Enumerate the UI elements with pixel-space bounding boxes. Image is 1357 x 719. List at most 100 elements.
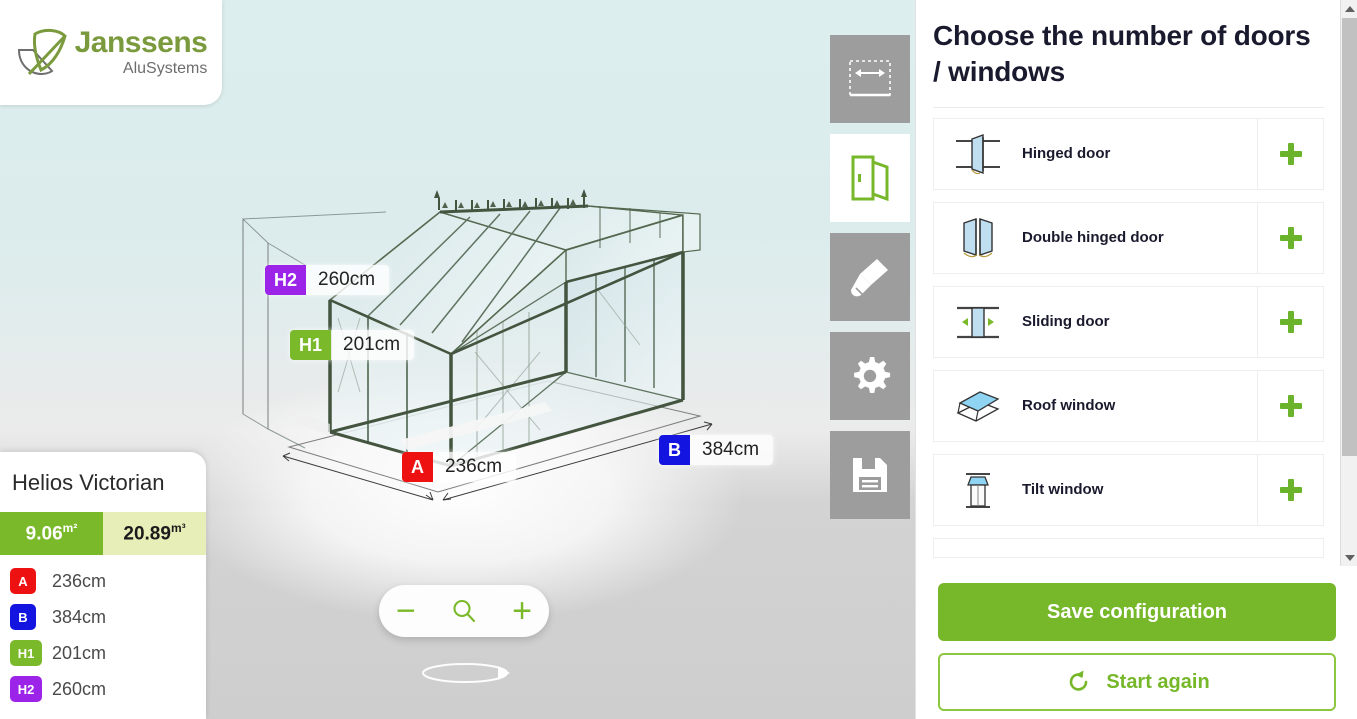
save-configuration-button[interactable]: Save configuration (938, 583, 1336, 641)
chevron-down-icon (1344, 554, 1355, 561)
callout-h1-value: 201cm (343, 334, 401, 355)
roof-window-icon (934, 371, 1022, 441)
scrollbar-thumb[interactable] (1342, 18, 1357, 456)
option-row-sliding-door[interactable]: Sliding door (933, 285, 1324, 358)
dimension-badge-h2: H2 (10, 676, 42, 702)
dimension-value-h2: 260cm (52, 678, 107, 699)
dimension-badge-a: A (10, 568, 36, 594)
3d-viewport[interactable]: H2 260cm H1 201cm A 236cm B 384cm − + Ja… (0, 0, 915, 719)
option-label-hinged-door: Hinged door (1022, 145, 1111, 163)
brand-logo-card: Janssens AluSystems (0, 0, 222, 105)
zoom-in-label: + (512, 592, 532, 630)
dimensions-icon (849, 60, 891, 97)
option-label-double-hinged-door: Double hinged door (1022, 229, 1164, 247)
callout-a: A 236cm (402, 452, 517, 482)
callout-b-tag: B (659, 435, 690, 465)
options-scroll-area: Choose the number of doors / windows Hin… (916, 0, 1341, 566)
option-label-sliding-door: Sliding door (1022, 313, 1110, 331)
model-metrics: 9.06m² 20.89m³ (0, 511, 206, 555)
callout-h1-tag: H1 (290, 330, 332, 360)
plus-icon (1279, 478, 1302, 501)
callout-h2-value: 260cm (318, 269, 376, 290)
dimension-value-h1: 201cm (52, 642, 107, 663)
gear-icon (854, 357, 891, 393)
model-volume-metric: 20.89m³ (103, 511, 206, 555)
plus-icon (1279, 226, 1302, 249)
model-area-unit: m² (62, 520, 78, 535)
callout-h1: H1 201cm (290, 330, 415, 360)
callout-h2-tag: H2 (265, 265, 307, 295)
dimension-value-b: 384cm (52, 606, 107, 627)
greenhouse-configurator-app: H2 260cm H1 201cm A 236cm B 384cm − + Ja… (0, 0, 1357, 719)
tilt-window-icon (934, 455, 1022, 525)
panel-title: Choose the number of doors / windows (933, 20, 1311, 87)
zoom-in-button[interactable]: + (512, 594, 532, 628)
option-row-hinged-door[interactable]: Hinged door (933, 117, 1324, 190)
rotate-orbit-icon[interactable] (420, 660, 510, 686)
add-roof-window-button[interactable] (1257, 370, 1323, 441)
dimension-row-b: B 384cm (10, 599, 206, 635)
brand-name: Janssens (74, 26, 208, 59)
option-label-tilt-window: Tilt window (1022, 481, 1104, 499)
option-label-roof-window: Roof window (1022, 397, 1116, 415)
add-tilt-window-button[interactable] (1257, 454, 1323, 525)
tool-save[interactable] (830, 431, 910, 519)
zoom-out-button[interactable]: − (396, 594, 416, 628)
model-info-card: Helios Victorian 9.06m² 20.89m³ A 236cm … (0, 451, 206, 719)
plus-icon (1279, 310, 1302, 333)
dimension-row-h1: H1 201cm (10, 635, 206, 671)
panel-scrollbar[interactable] (1340, 0, 1357, 566)
restart-arrow-icon (1070, 670, 1088, 691)
save-configuration-label: Save configuration (1046, 600, 1228, 623)
add-double-hinged-door-button[interactable] (1257, 202, 1323, 273)
panel-divider (933, 106, 1324, 108)
tool-dimensions[interactable] (830, 35, 910, 123)
model-title: Helios Victorian (12, 469, 165, 495)
model-dimension-list: A 236cm B 384cm H1 201cm H2 260cm (0, 555, 206, 711)
zoom-control[interactable]: − + (379, 585, 549, 637)
add-hinged-door-button[interactable] (1257, 118, 1323, 189)
option-row-double-hinged-door[interactable]: Double hinged door (933, 201, 1324, 274)
option-row-roof-window[interactable]: Roof window (933, 369, 1324, 442)
dimension-badge-h1: H1 (10, 640, 42, 666)
dimension-row-a: A 236cm (10, 563, 206, 599)
model-area-value: 9.06 (25, 523, 63, 544)
zoom-out-label: − (396, 592, 416, 630)
callout-h2: H2 260cm (265, 265, 390, 295)
dimension-badge-b: B (10, 604, 36, 630)
sliding-door-icon (934, 287, 1022, 357)
floppy-disk-icon (853, 458, 887, 492)
double-hinged-door-icon (934, 203, 1022, 273)
plus-icon (1279, 394, 1302, 417)
model-volume-value: 20.89 (123, 523, 171, 544)
paintbrush-icon (851, 259, 888, 297)
tool-sidebar (830, 35, 910, 519)
options-panel: Choose the number of doors / windows Hin… (915, 0, 1357, 719)
dimension-value-a: 236cm (52, 570, 107, 591)
magnifier-icon[interactable] (450, 597, 478, 625)
callout-a-tag: A (402, 452, 433, 482)
chevron-up-icon (1344, 5, 1355, 12)
scroll-down-button[interactable] (1341, 549, 1357, 566)
add-sliding-door-button[interactable] (1257, 286, 1323, 357)
panel-actions: Save configuration Start again (916, 583, 1357, 719)
model-volume-unit: m³ (170, 520, 186, 535)
callout-a-value: 236cm (445, 456, 503, 477)
door-icon (851, 155, 889, 202)
dimension-row-h2: H2 260cm (10, 671, 206, 707)
hinged-door-icon (934, 119, 1022, 189)
tool-colour[interactable] (830, 233, 910, 321)
tool-settings[interactable] (830, 332, 910, 420)
plus-icon (1279, 142, 1302, 165)
start-again-button[interactable]: Start again (938, 653, 1336, 711)
tool-doors-windows[interactable] (830, 134, 910, 222)
scroll-up-button[interactable] (1341, 0, 1357, 17)
option-row-next-partial[interactable] (933, 537, 1324, 558)
callout-b-value: 384cm (702, 439, 760, 460)
start-again-label: Start again (1106, 670, 1210, 693)
model-area-metric: 9.06m² (0, 511, 103, 555)
scrollbar-track[interactable] (1341, 17, 1357, 549)
callout-b: B 384cm (659, 435, 774, 465)
janssens-leaf-logo-icon (17, 28, 67, 75)
option-row-tilt-window[interactable]: Tilt window (933, 453, 1324, 526)
